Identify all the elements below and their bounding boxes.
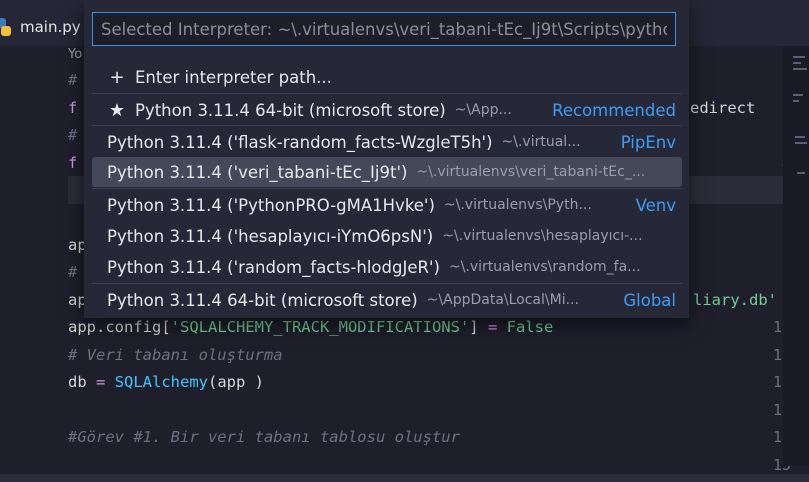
code-token: (app ) (208, 373, 265, 391)
separator (92, 125, 682, 126)
interpreter-search-input[interactable] (92, 12, 676, 46)
item-path: ~\.virtualenvs\random_fa... (448, 259, 641, 275)
separator (92, 93, 682, 94)
item-label: Python 3.11.4 ('hesaplayıcı-iYmO6psN') (107, 226, 434, 246)
item-path: ~\.virtualenvs\Pyth... (443, 197, 592, 213)
code-line-1: # (68, 71, 78, 89)
python-file-icon (0, 18, 12, 36)
tab-main-py[interactable]: main.py (0, 8, 81, 46)
item-path: ~\.virtual... (501, 134, 581, 150)
item-tag: Recommended (552, 100, 676, 120)
item-path: ~\.virtualenvs\veri_tabani-tEc_... (416, 164, 646, 180)
item-label: Python 3.11.4 ('flask-random_facts-Wzgle… (107, 132, 493, 152)
code-token: db (68, 373, 96, 391)
item-label: Python 3.11.4 ('veri_tabani-tEc_Ij9t') (107, 162, 408, 182)
code-line-14: #Görev #1. Bir veri tabanı tablosu oluşt… (68, 428, 460, 446)
item-label: Python 3.11.4 64-bit (microsoft store) (135, 100, 446, 120)
code-line-2-end: edirect (690, 99, 756, 117)
star-icon: ★ (108, 99, 126, 121)
item-path: ~\App... (454, 102, 512, 118)
status-bar (0, 474, 809, 482)
code-token: SQLAlchemy (114, 373, 209, 391)
item-path: ~\AppData\Local\Mi... (426, 292, 579, 308)
item-path: ~\.virtualenvs\hesaplayıcı-... (442, 228, 643, 244)
quick-pick-item-venv-hesaplayici[interactable]: Python 3.11.4 ('hesaplayıcı-iYmO6psN') ~… (92, 221, 682, 251)
quick-pick-item-pipenv[interactable]: Python 3.11.4 ('flask-random_facts-Wzgle… (92, 127, 682, 157)
code-line-8: # (68, 263, 78, 281)
code-token: ] (469, 318, 488, 336)
item-label: Python 3.11.4 64-bit (microsoft store) (107, 290, 418, 310)
quick-pick-item-venv-random-facts[interactable]: Python 3.11.4 ('random_facts-hlodgJeR') … (92, 252, 682, 282)
item-label: Enter interpreter path... (135, 67, 332, 87)
item-label: Python 3.11.4 ('PythonPRO-gMA1Hvke') (107, 195, 435, 215)
code-token: False (497, 318, 554, 336)
quick-pick-item-global[interactable]: Python 3.11.4 64-bit (microsoft store) ~… (92, 285, 682, 315)
code-token: 'SQLALCHEMY_TRACK_MODIFICATIONS' (170, 318, 470, 336)
breadcrumb[interactable]: Yo (68, 47, 82, 62)
quick-pick-item-enter-path[interactable]: + Enter interpreter path... (92, 62, 682, 92)
minimap[interactable] (783, 46, 809, 466)
interpreter-quick-pick: + Enter interpreter path... ★ Python 3.1… (84, 0, 689, 318)
code-line-4: f (68, 154, 78, 172)
quick-pick-item-recommended[interactable]: ★ Python 3.11.4 64-bit (microsoft store)… (92, 95, 682, 125)
code-token: app.config[ (68, 318, 171, 336)
code-line-12: db = SQLAlchemy(app ) (68, 373, 264, 391)
item-tag: Venv (635, 195, 676, 215)
tab-label: main.py (20, 18, 81, 36)
item-tag: PipEnv (620, 132, 676, 152)
code-token: = (487, 318, 498, 336)
item-label: Python 3.11.4 ('random_facts-hlodgJeR') (107, 257, 440, 277)
quick-pick-item-venv[interactable]: Python 3.11.4 ('PythonPRO-gMA1Hvke') ~\.… (92, 190, 682, 220)
code-line-10: app.config['SQLALCHEMY_TRACK_MODIFICATIO… (68, 318, 553, 336)
plus-icon: + (109, 66, 125, 88)
item-tag: Global (623, 290, 676, 310)
code-line-3: # (68, 126, 78, 144)
separator (92, 188, 682, 189)
code-line-11: # Veri tabanı oluşturma (68, 346, 283, 364)
separator (92, 283, 682, 284)
code-line-9-end: liary.db' (693, 291, 777, 309)
code-token: = (96, 373, 106, 391)
quick-pick-item-selected[interactable]: Python 3.11.4 ('veri_tabani-tEc_Ij9t') ~… (92, 157, 682, 187)
code-line-2-start: f (68, 99, 78, 117)
